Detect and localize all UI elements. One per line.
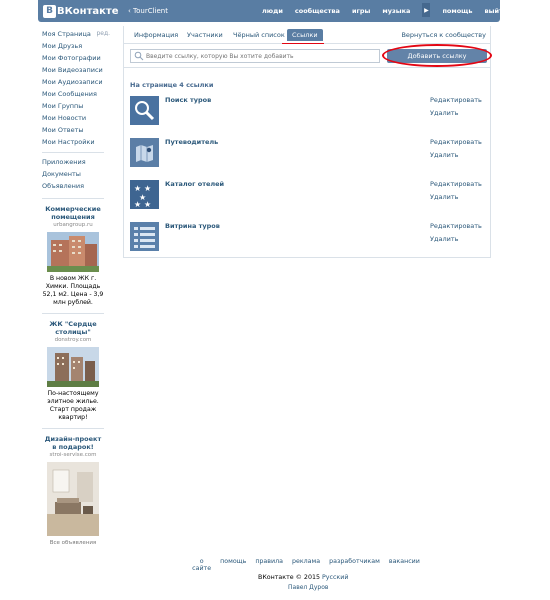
footer-about-link[interactable]: о сайте [192,558,211,572]
menu-edit-link[interactable]: ред. [96,28,110,40]
ad-title[interactable]: ЖК "Сердце столицы" [42,320,104,336]
tab-links[interactable]: Ссылки [287,29,323,41]
nav-logout[interactable]: выйти [484,7,507,17]
ad-image[interactable] [47,347,99,387]
ad-domain: urbangroup.ru [53,222,93,228]
footer-developers-link[interactable]: разработчикам [329,558,380,572]
ad-title[interactable]: Коммерческие помещения [42,205,104,221]
link-row: Путеводитель Редактировать Удалить [130,138,486,168]
tab-info[interactable]: Информация [134,31,178,39]
link-row: ★ ★ ★ ★ ★ Каталог отелей Редактировать Уда… [130,180,486,210]
ad-title[interactable]: Дизайн-проект в подарок! [42,435,104,451]
link-input-box[interactable] [130,49,380,63]
nav-people[interactable]: люди [262,7,283,17]
footer-help-link[interactable]: помощь [220,558,246,572]
menu-my-groups[interactable]: Мои Группы [42,100,104,112]
list-icon[interactable] [130,222,159,251]
menu-my-friends[interactable]: Мои Друзья [42,40,104,52]
footer-rules-link[interactable]: правила [255,558,283,572]
magnifier-icon[interactable] [130,96,159,125]
menu-my-photos[interactable]: Мои Фотографии [42,52,104,64]
edit-link[interactable]: Редактировать [430,138,482,146]
copyright-text: ВКонтакте © 2015 [258,574,320,581]
top-bar-inner: В ВКонтакте ‹ TourClient люди сообщества… [38,0,507,22]
ad-block[interactable]: ЖК "Сердце столицы" donstroy.com По-наст… [42,313,104,422]
link-title[interactable]: Витрина туров [165,222,220,230]
menu-divider [42,152,104,153]
all-ads-link[interactable]: Все объявления [42,540,104,546]
menu-my-news[interactable]: Мои Новости [42,112,104,124]
return-to-community-link[interactable]: Вернуться к сообществу [401,31,486,39]
footer-links: о сайте помощь правила реклама разработч… [192,558,420,572]
ad-block[interactable]: Коммерческие помещения urbangroup.ru В н… [42,198,104,307]
menu-my-settings[interactable]: Мои Настройки [42,136,104,148]
link-input[interactable] [146,52,376,60]
link-title[interactable]: Каталог отелей [165,180,224,188]
footer-jobs-link[interactable]: вакансии [389,558,420,572]
language-link[interactable]: Русский [322,574,348,581]
ad-image[interactable] [47,462,99,536]
vk-logo[interactable]: В ВКонтакте [43,4,118,18]
menu-documents[interactable]: Документы [42,168,104,180]
left-menu: Моя Страница ред. Мои Друзья Мои Фотогра… [42,28,110,546]
delete-link[interactable]: Удалить [430,151,458,159]
ad-text: По-настоящему элитное жилье. Старт прода… [47,390,99,421]
map-icon[interactable] [130,138,159,167]
svg-text:★: ★ [144,184,151,193]
back-to-group-link[interactable]: ‹ TourClient [128,7,168,15]
footer-ads-link[interactable]: реклама [292,558,320,572]
edit-link[interactable]: Редактировать [430,96,482,104]
search-icon [134,51,144,61]
copyright: ВКонтакте © 2015 Русский [258,574,348,581]
vk-logo-icon: В [43,4,56,18]
nav-help[interactable]: помощь [442,7,472,17]
links-count: На странице 4 ссылки [130,81,214,89]
nav-games[interactable]: игры [352,7,370,17]
ad-domain: donstroy.com [54,337,92,343]
top-bar: В ВКонтакте ‹ TourClient люди сообщества… [0,0,550,26]
ad-text: В новом ЖК г. Химки. Площадь 52,1 м2. Це… [42,275,104,306]
play-icon[interactable]: ▶ [422,3,431,17]
tab-members[interactable]: Участники [187,31,223,39]
footer: о сайте помощь правила реклама разработч… [192,558,420,572]
menu-ads[interactable]: Объявления [42,180,104,192]
author-link[interactable]: Павел Дуров [288,584,328,591]
edit-link[interactable]: Редактировать [430,180,482,188]
link-title[interactable]: Поиск туров [165,96,211,104]
ad-image[interactable] [47,232,99,272]
tab-bar: Информация Участники Чёрный список Ссылк… [124,26,490,44]
delete-link[interactable]: Удалить [430,193,458,201]
link-title[interactable]: Путеводитель [165,138,218,146]
menu-my-page[interactable]: Моя Страница [42,28,104,40]
ad-domain: stroi-servise.com [49,452,97,458]
delete-link[interactable]: Удалить [430,109,458,117]
svg-text:★: ★ [134,184,141,193]
menu-my-messages[interactable]: Мои Сообщения [42,88,104,100]
svg-text:★: ★ [134,200,141,209]
svg-text:★: ★ [144,200,151,209]
tab-blacklist[interactable]: Чёрный список [233,31,285,39]
stars-icon[interactable]: ★ ★ ★ ★ ★ [130,180,159,209]
nav-music[interactable]: музыка [382,7,410,17]
vk-logo-text: ВКонтакте [57,5,119,17]
menu-my-videos[interactable]: Мои Видеозаписи [42,64,104,76]
link-row: Поиск туров Редактировать Удалить [130,96,486,126]
edit-link[interactable]: Редактировать [430,222,482,230]
add-link-button[interactable]: Добавить ссылку [387,49,487,63]
nav-communities[interactable]: сообщества [295,7,340,17]
top-nav: люди сообщества игры музыка ▶ помощь вый… [262,3,507,17]
ad-block[interactable]: Дизайн-проект в подарок! stroi-servise.c… [42,428,104,536]
menu-my-answers[interactable]: Мои Ответы [42,124,104,136]
add-link-row: Добавить ссылку [124,44,492,68]
main-panel: Информация Участники Чёрный список Ссылк… [123,26,492,258]
menu-apps[interactable]: Приложения [42,156,104,168]
link-row: Витрина туров Редактировать Удалить [130,222,486,252]
delete-link[interactable]: Удалить [430,235,458,243]
menu-my-audio[interactable]: Мои Аудиозаписи [42,76,104,88]
